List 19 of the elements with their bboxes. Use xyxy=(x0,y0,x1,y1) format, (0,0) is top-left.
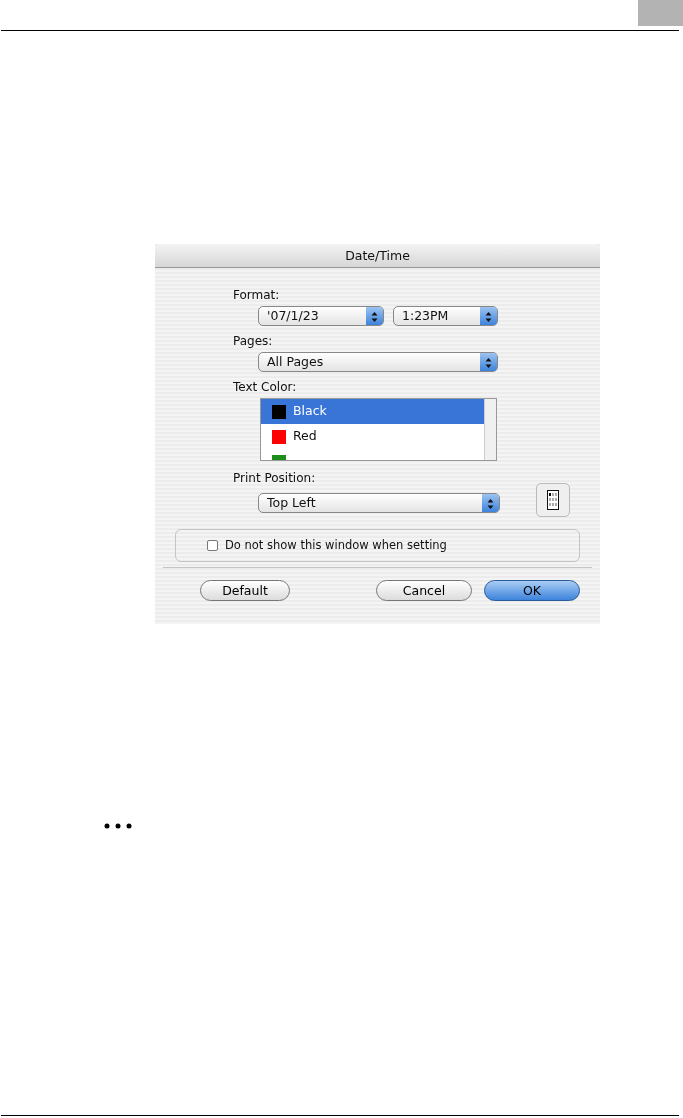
checkbox-label[interactable]: Do not show this window when setting xyxy=(225,536,447,555)
field-label: Pages: xyxy=(233,334,274,348)
page-layout-icon xyxy=(547,490,559,510)
date-select[interactable]: '07/1/23 xyxy=(258,306,384,326)
dialog-button[interactable]: Cancel xyxy=(376,580,472,601)
scroll-bar[interactable] xyxy=(484,399,496,460)
pages-select[interactable]: All Pages xyxy=(258,352,498,372)
checkbox[interactable] xyxy=(207,540,218,551)
field-label: Format: xyxy=(233,288,281,302)
field-label: Text Color: xyxy=(233,380,298,394)
color-list-item[interactable]: Red xyxy=(261,424,484,449)
ok-button[interactable]: OK xyxy=(484,580,580,601)
field-label: Print Position: xyxy=(233,471,317,485)
dialog-button[interactable]: Default xyxy=(200,580,290,601)
window-title: Date/Time xyxy=(155,244,600,268)
position-button[interactable] xyxy=(536,483,570,517)
position-select[interactable]: Top Left xyxy=(258,493,500,513)
color-list-item[interactable]: Black xyxy=(261,399,484,424)
time-select[interactable]: 1:23PM xyxy=(393,306,498,326)
